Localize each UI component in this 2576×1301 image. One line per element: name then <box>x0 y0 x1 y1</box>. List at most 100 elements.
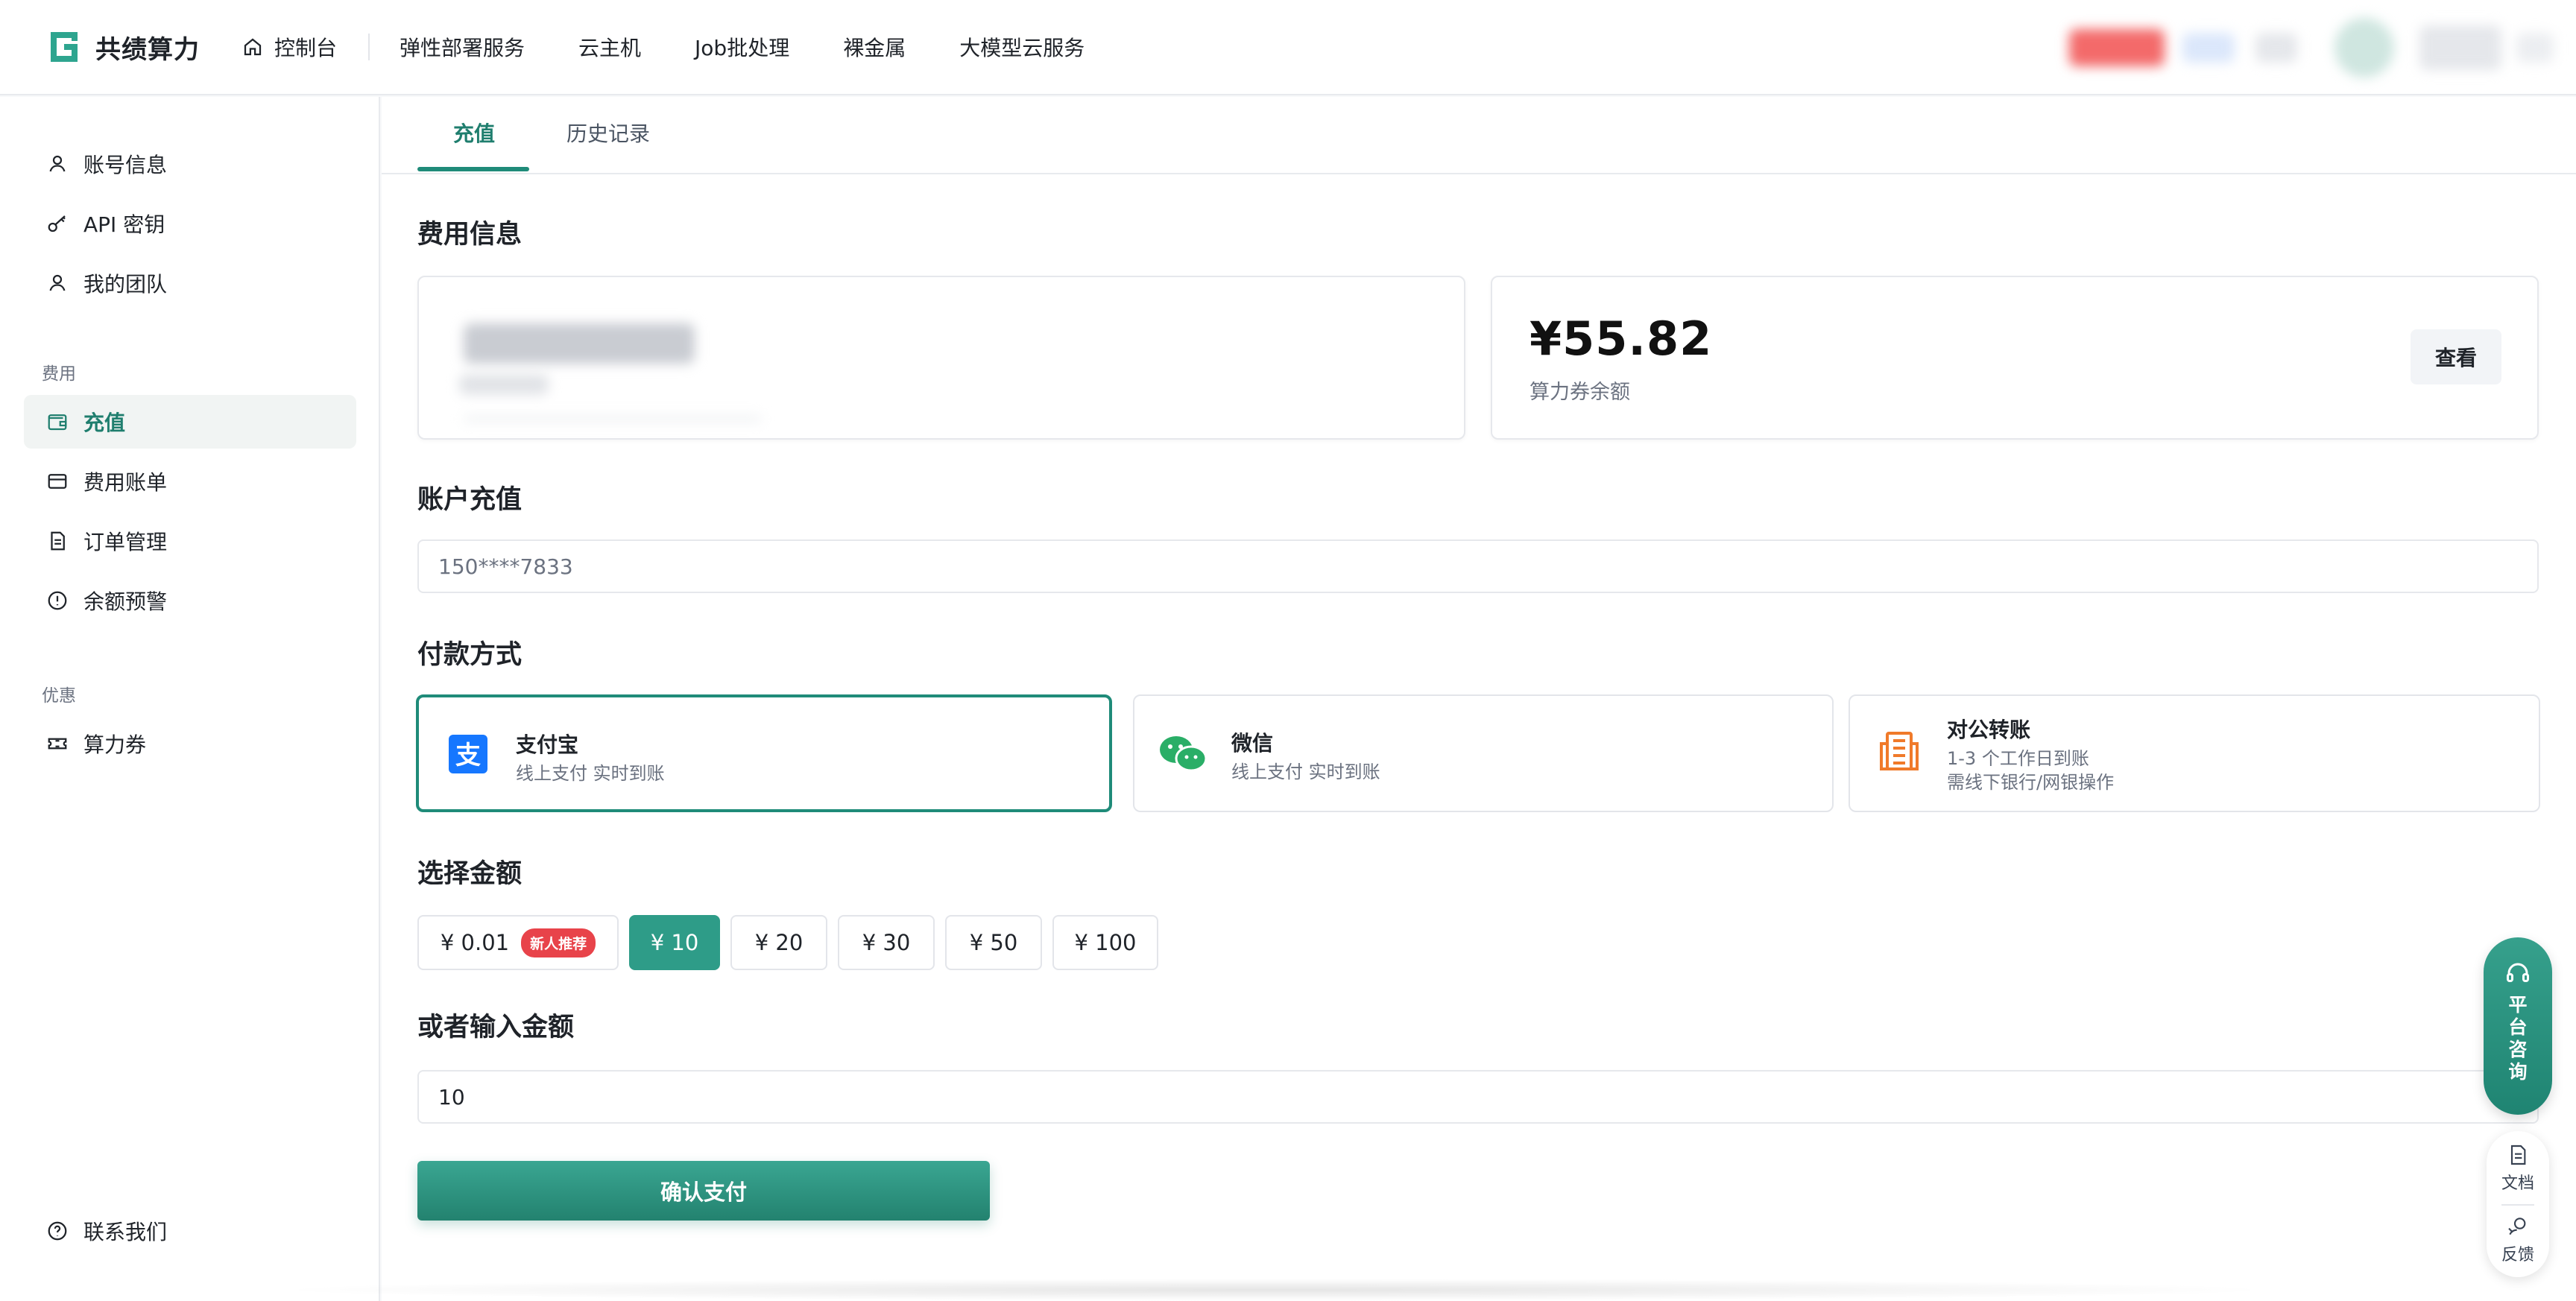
nav-console-label: 控制台 <box>274 36 338 60</box>
custom-amount-value: 10 <box>438 1084 465 1110</box>
blurred-item <box>2255 33 2297 63</box>
headset-icon <box>2507 963 2529 982</box>
payment-desc-secondary: 需线下银行/网银操作 <box>1947 772 2115 793</box>
payment-option-alipay[interactable]: 支 支付宝 线上支付 实时到账 <box>416 694 1112 812</box>
card-icon <box>48 474 67 489</box>
brand[interactable]: 共绩算力 <box>46 29 200 66</box>
nav-llm-cloud[interactable]: 大模型云服务 <box>959 32 1085 62</box>
blurred-balance <box>464 323 695 364</box>
sidebar-item-label: 账号信息 <box>83 153 168 177</box>
view-button[interactable]: 查看 <box>2411 329 2501 384</box>
amount-option[interactable]: ¥ 50 <box>945 915 1042 970</box>
toolbar-divider <box>2501 1204 2534 1206</box>
platform-consult-button[interactable]: 平台咨询 <box>2484 937 2552 1115</box>
help-icon <box>48 1221 67 1241</box>
amount-option-label: ¥ 0.01 <box>440 930 510 955</box>
payment-desc: 线上支付 实时到账 <box>516 763 665 784</box>
payment-title: 微信 <box>1231 731 1274 756</box>
svg-text:支: 支 <box>455 741 481 770</box>
amount-option[interactable]: ¥ 20 <box>730 915 827 970</box>
feedback-icon <box>2508 1218 2526 1235</box>
amount-option[interactable]: ¥ 10 <box>629 915 720 970</box>
tab-history[interactable]: 历史记录 <box>566 118 650 148</box>
blurred-badge <box>2069 29 2165 66</box>
section-title-amount: 选择金额 <box>417 859 523 889</box>
blurred-underline <box>464 416 762 422</box>
blurred-balance-label <box>459 374 549 395</box>
nav-bare-metal[interactable]: 裸金属 <box>843 32 906 62</box>
docs-label: 文档 <box>2501 1174 2534 1193</box>
float-toolbar: 文档 反馈 <box>2487 1131 2549 1277</box>
ticket-icon <box>48 738 67 750</box>
section-title-account-recharge: 账户充值 <box>417 485 523 515</box>
payment-option-wechat[interactable]: 微信 线上支付 实时到账 <box>1133 694 1834 812</box>
feedback-label: 反馈 <box>2501 1246 2534 1264</box>
amount-option[interactable]: ¥ 100 <box>1052 915 1158 970</box>
sidebar-item-label: 余额预警 <box>83 589 168 614</box>
document-icon <box>51 531 65 551</box>
tab-bar: 充值 历史记录 <box>382 97 2576 174</box>
payment-desc: 1-3 个工作日到账 <box>1947 748 2089 769</box>
sidebar-item-label: 算力券 <box>83 732 147 757</box>
voucher-label: 算力券余额 <box>1530 381 1630 404</box>
key-icon <box>48 215 66 232</box>
custom-amount-input[interactable]: 10 <box>417 1070 2539 1124</box>
wechat-icon <box>1160 736 1208 772</box>
confirm-pay-button[interactable]: 确认支付 <box>417 1161 990 1221</box>
sidebar-item-recharge[interactable]: 充值 <box>24 395 356 449</box>
sidebar-group-fee: 费用 <box>42 364 76 384</box>
top-nav: 控制台 弹性部署服务 云主机 Job批处理 裸金属 大模型云服务 <box>242 32 1085 62</box>
docs-button[interactable]: 文档 <box>2487 1143 2549 1194</box>
amount-option[interactable]: ¥ 30 <box>838 915 935 970</box>
payment-title: 对公转账 <box>1947 718 2031 742</box>
sidebar-group-promo: 优惠 <box>42 686 76 706</box>
amount-option[interactable]: ¥ 0.01 新人推荐 <box>417 915 619 970</box>
building-icon <box>1880 732 1919 770</box>
user-icon <box>49 274 66 291</box>
sidebar-item-order-management[interactable]: 订单管理 <box>24 514 356 568</box>
user-icon <box>49 155 66 172</box>
nav-console[interactable]: 控制台 <box>242 32 337 62</box>
section-title-fee-info: 费用信息 <box>417 220 523 250</box>
feedback-button[interactable]: 反馈 <box>2487 1215 2549 1265</box>
sidebar-item-account-info[interactable]: 账号信息 <box>24 137 356 191</box>
section-title-payment: 付款方式 <box>417 640 523 670</box>
main-content: 充值 历史记录 费用信息 ¥55.82 算力券余额 查看 账户充值 150***… <box>382 97 2576 1301</box>
sidebar-item-fee-bill[interactable]: 费用账单 <box>24 455 356 508</box>
voucher-card: ¥55.82 算力券余额 查看 <box>1491 276 2539 440</box>
section-title-custom-amount: 或者输入金额 <box>417 1013 575 1042</box>
nav-cloud-host[interactable]: 云主机 <box>578 32 641 62</box>
payment-option-corporate-transfer[interactable]: 对公转账 1-3 个工作日到账 需线下银行/网银操作 <box>1849 694 2540 812</box>
nav-divider <box>368 34 370 60</box>
sidebar-item-label: 充值 <box>83 411 126 435</box>
wallet-icon <box>48 414 67 431</box>
blurred-item <box>2182 33 2235 63</box>
sidebar-item-balance-alert[interactable]: 余额预警 <box>24 574 356 627</box>
nav-job-batch[interactable]: Job批处理 <box>695 32 789 62</box>
new-user-badge: 新人推荐 <box>521 928 596 957</box>
sidebar-item-label: 我的团队 <box>83 272 168 297</box>
tab-active-indicator <box>417 167 529 171</box>
sidebar-item-voucher[interactable]: 算力券 <box>24 717 356 770</box>
top-bar: 共绩算力 控制台 弹性部署服务 云主机 Job批处理 裸金属 大模型云服务 <box>0 0 2576 95</box>
bottom-shadow <box>268 1279 2281 1301</box>
sidebar-item-my-team[interactable]: 我的团队 <box>24 256 356 310</box>
home-icon <box>244 38 262 56</box>
avatar[interactable] <box>2334 18 2394 77</box>
voucher-amount: ¥55.82 <box>1530 311 1713 366</box>
sidebar-item-contact-us[interactable]: 联系我们 <box>24 1204 356 1258</box>
document-icon <box>2510 1145 2526 1165</box>
account-value: 150****7833 <box>438 554 573 579</box>
payment-title: 支付宝 <box>516 732 579 757</box>
sidebar-item-label: API 密钥 <box>83 212 165 237</box>
alipay-icon: 支 <box>449 735 487 773</box>
blurred-username <box>2419 25 2501 70</box>
blurred-item <box>2516 33 2554 63</box>
brand-name: 共绩算力 <box>95 34 200 65</box>
sidebar-item-label: 费用账单 <box>83 470 168 495</box>
tab-recharge[interactable]: 充值 <box>453 118 495 148</box>
sidebar-item-api-key[interactable]: API 密钥 <box>24 197 356 250</box>
nav-elastic-deploy[interactable]: 弹性部署服务 <box>400 32 525 62</box>
user-area[interactable] <box>2069 12 2554 83</box>
payment-desc: 线上支付 实时到账 <box>1231 762 1380 782</box>
